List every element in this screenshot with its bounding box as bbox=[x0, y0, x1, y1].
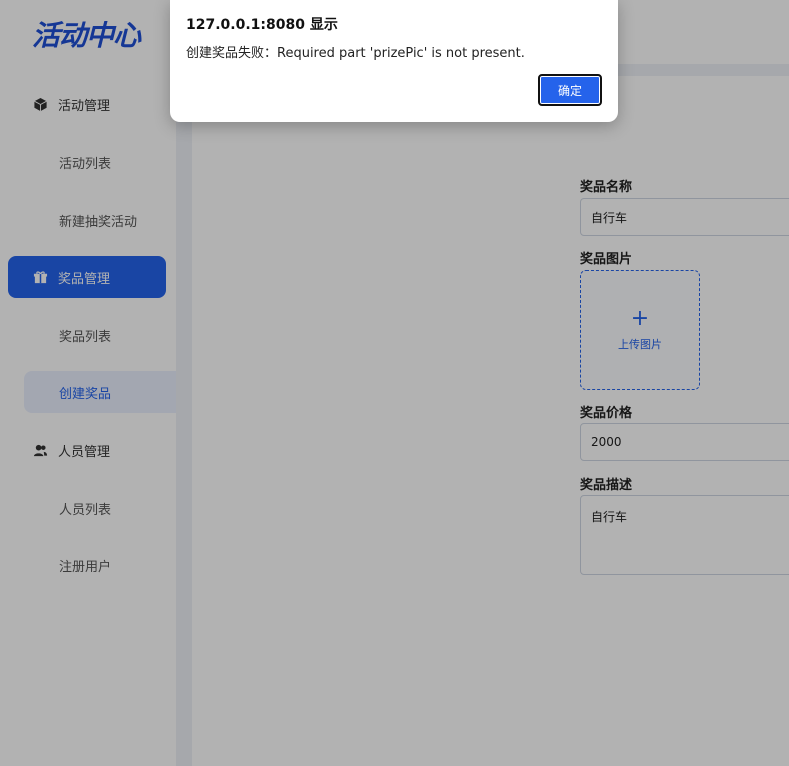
dialog-title: 127.0.0.1:8080 显示 bbox=[186, 17, 338, 33]
alert-dialog: 127.0.0.1:8080 显示 创建奖品失败：Required part '… bbox=[170, 0, 618, 122]
ok-button[interactable]: 确定 bbox=[538, 74, 602, 106]
dialog-message: 创建奖品失败：Required part 'prizePic' is not p… bbox=[186, 46, 525, 61]
